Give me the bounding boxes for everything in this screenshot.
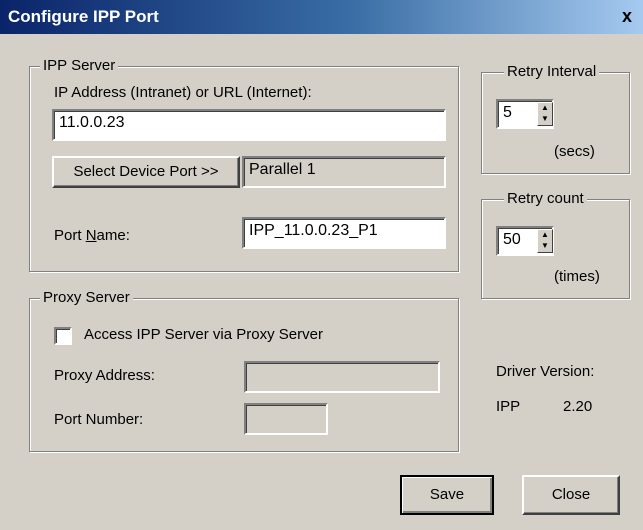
- retry-interval-spinner[interactable]: ▲ ▼: [537, 102, 553, 126]
- proxy-address-input[interactable]: [244, 361, 440, 393]
- proxy-checkbox[interactable]: [54, 327, 72, 345]
- up-arrow-icon[interactable]: ▲: [538, 103, 552, 114]
- retry-count-legend: Retry count: [504, 190, 587, 207]
- driver-name: IPP: [496, 398, 521, 415]
- select-device-port-button[interactable]: Select Device Port >>: [52, 156, 240, 188]
- driver-version-value: 2.20: [563, 398, 593, 415]
- down-arrow-icon[interactable]: ▼: [538, 241, 552, 252]
- retry-interval-group: Retry Interval 5 ▲ ▼ (secs): [481, 63, 630, 174]
- ipp-server-legend: IPP Server: [40, 57, 119, 74]
- retry-count-unit: (times): [554, 268, 600, 285]
- ip-address-input[interactable]: 11.0.0.23: [52, 109, 446, 141]
- window-title: Configure IPP Port: [8, 7, 159, 26]
- retry-interval-unit: (secs): [554, 143, 595, 160]
- close-button[interactable]: Close: [522, 475, 620, 515]
- retry-count-group: Retry count 50 ▲ ▼ (times): [481, 190, 630, 299]
- close-icon[interactable]: x: [617, 6, 637, 26]
- port-number-label: Port Number:: [54, 411, 144, 428]
- port-number-input[interactable]: [244, 403, 328, 435]
- proxy-checkbox-label[interactable]: Access IPP Server via Proxy Server: [84, 326, 323, 343]
- save-button[interactable]: Save: [400, 475, 494, 515]
- configure-ipp-port-dialog: Configure IPP Port x IPP Server IP Addre…: [0, 0, 643, 530]
- proxy-server-group: Proxy Server Access IPP Server via Proxy…: [29, 289, 459, 452]
- down-arrow-icon[interactable]: ▼: [538, 114, 552, 125]
- port-name-label: Port Name:: [54, 227, 130, 244]
- proxy-server-legend: Proxy Server: [40, 289, 133, 306]
- ip-address-label: IP Address (Intranet) or URL (Internet):: [54, 84, 312, 101]
- device-port-field: Parallel 1: [242, 156, 446, 188]
- proxy-address-label: Proxy Address:: [54, 367, 155, 384]
- ipp-server-group: IPP Server IP Address (Intranet) or URL …: [29, 57, 459, 272]
- up-arrow-icon[interactable]: ▲: [538, 230, 552, 241]
- retry-interval-legend: Retry Interval: [504, 63, 600, 80]
- retry-count-spinner[interactable]: ▲ ▼: [537, 229, 553, 253]
- port-name-label-pre: Port: [54, 227, 86, 244]
- title-bar[interactable]: Configure IPP Port x: [0, 0, 643, 34]
- port-name-label-accel: N: [85, 227, 97, 244]
- port-name-label-post: ame:: [96, 227, 130, 244]
- port-name-input[interactable]: IPP_11.0.0.23_P1: [242, 217, 446, 249]
- driver-version-label: Driver Version:: [496, 363, 595, 380]
